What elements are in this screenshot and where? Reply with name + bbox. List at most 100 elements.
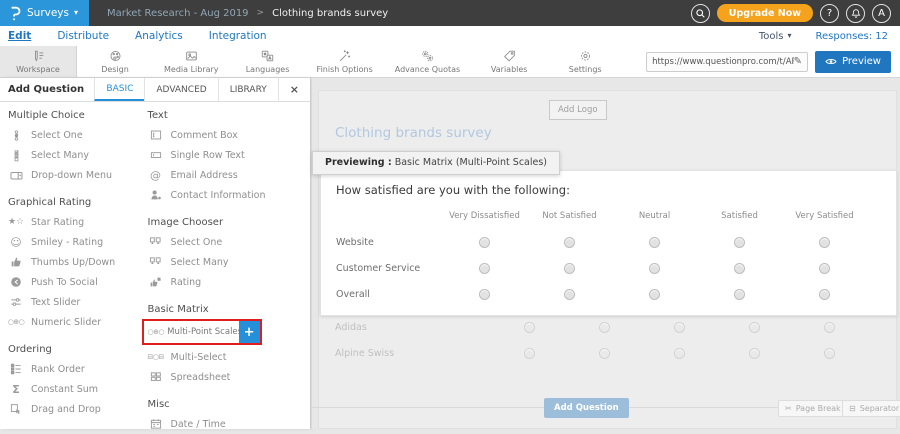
search-icon (695, 8, 706, 19)
radio-button[interactable] (479, 289, 490, 300)
toolbar-design[interactable]: Design (77, 46, 153, 77)
toolbar-variables[interactable]: Variables (471, 46, 547, 77)
tab-advanced[interactable]: ADVANCED (144, 78, 217, 101)
item-label: Spreadsheet (171, 372, 231, 383)
question-type-contact-information[interactable]: Contact Information (148, 185, 310, 205)
section-heading: Misc (148, 399, 310, 410)
page-break-button[interactable]: ✂ Page Break (778, 400, 848, 417)
background-row: Adidas (320, 314, 897, 340)
matrix-row-label: Overall (336, 289, 442, 300)
languages-icon (260, 49, 275, 63)
tool-label: Settings (569, 65, 602, 74)
question-type-push-to-social[interactable]: Push To Social (8, 272, 140, 292)
survey-title[interactable]: Clothing brands survey (335, 125, 492, 141)
question-type-image-select-many[interactable]: Select Many (148, 252, 310, 272)
question-type-select-many[interactable]: Select Many (8, 145, 140, 165)
survey-url-field[interactable]: https://www.questionpro.com/t/APNrFZ ✎ (646, 52, 808, 72)
menu-edit[interactable]: Edit (0, 30, 44, 42)
toolbar-advance-quotas[interactable]: Advance Quotas (384, 46, 471, 77)
edit-url-icon[interactable]: ✎ (794, 56, 802, 67)
menu-analytics[interactable]: Analytics (122, 30, 196, 42)
radio-button[interactable] (524, 322, 535, 333)
radio-button[interactable] (734, 263, 745, 274)
toolbar-languages[interactable]: Languages (230, 46, 306, 77)
background-row: Alpine Swiss (320, 340, 897, 366)
close-icon[interactable]: × (278, 78, 310, 101)
toolbar-settings[interactable]: Settings (547, 46, 623, 77)
search-button[interactable] (691, 4, 710, 23)
question-type-smiley-rating[interactable]: ☺ Smiley - Rating (8, 232, 140, 252)
radio-button[interactable] (599, 348, 610, 359)
avatar[interactable]: A (872, 4, 891, 23)
question-type-multi-point-scales[interactable]: ○⊕○ Multi-Point Scales + (142, 319, 262, 345)
toolbar-workspace[interactable]: Workspace (0, 46, 77, 77)
menu-distribute[interactable]: Distribute (44, 30, 122, 42)
responses-link[interactable]: Responses: 12 (815, 31, 888, 42)
question-type-image-select-one[interactable]: Select One (148, 232, 310, 252)
surveys-product-menu[interactable]: Surveys ▾ (0, 0, 89, 26)
question-type-spreadsheet[interactable]: Spreadsheet (148, 367, 310, 387)
radio-button[interactable] (649, 237, 660, 248)
radio-button[interactable] (824, 348, 835, 359)
radio-button[interactable] (674, 322, 685, 333)
question-type-rank-order[interactable]: Rank Order (8, 359, 140, 379)
menu-integration[interactable]: Integration (196, 30, 280, 42)
add-question-button[interactable]: Add Question (544, 398, 629, 418)
question-type-numeric-slider[interactable]: ○⊕○ Numeric Slider (8, 312, 140, 332)
toolbar-media-library[interactable]: Media Library (153, 46, 230, 77)
radio-button[interactable] (564, 263, 575, 274)
question-type-constant-sum[interactable]: Σ Constant Sum (8, 379, 140, 399)
question-type-dropdown-menu[interactable]: Drop-down Menu (8, 165, 140, 185)
radio-button[interactable] (824, 322, 835, 333)
breadcrumb-project[interactable]: Market Research - Aug 2019 (107, 8, 249, 19)
notifications-button[interactable] (846, 4, 865, 23)
question-type-text-slider[interactable]: Text Slider (8, 292, 140, 312)
toolbar-finish-options[interactable]: Finish Options (306, 46, 384, 77)
radio-button[interactable] (649, 289, 660, 300)
upgrade-now-button[interactable]: Upgrade Now (717, 4, 813, 22)
radio-button[interactable] (819, 289, 830, 300)
tools-dropdown[interactable]: Tools ▾ (759, 31, 792, 42)
radio-button[interactable] (819, 237, 830, 248)
smiley-icon: ☺ (8, 237, 24, 248)
help-button[interactable]: ? (820, 4, 839, 23)
question-type-comment-box[interactable]: Comment Box (148, 125, 310, 145)
radio-button[interactable] (524, 348, 535, 359)
question-type-multi-select[interactable]: ⊟○⊟ Multi-Select (148, 347, 310, 367)
preview-button[interactable]: Preview (815, 51, 891, 73)
question-type-email-address[interactable]: @ Email Address (148, 165, 310, 185)
question-type-drag-and-drop[interactable]: Drag and Drop (8, 399, 140, 419)
survey-toolbar: Workspace Design Media Library Languages… (0, 46, 900, 78)
item-label: Thumbs Up/Down (31, 257, 115, 268)
separator-button[interactable]: ⊟ Separator (842, 400, 900, 417)
question-type-image-rating[interactable]: Rating (148, 272, 310, 292)
radio-button[interactable] (599, 322, 610, 333)
multiselect-icon: ⊟○⊟ (148, 354, 164, 361)
radio-button[interactable] (649, 263, 660, 274)
radio-button[interactable] (749, 348, 760, 359)
add-logo-button[interactable]: Add Logo (549, 100, 607, 120)
radio-button[interactable] (564, 237, 575, 248)
radio-button[interactable] (674, 348, 685, 359)
radio-button[interactable] (479, 263, 490, 274)
top-bar: Surveys ▾ Market Research - Aug 2019 > C… (0, 0, 900, 26)
question-type-star-rating[interactable]: ★☆ Star Rating (8, 212, 140, 232)
question-type-thumbs-up-down[interactable]: Thumbs Up/Down (8, 252, 140, 272)
topbar-actions: Upgrade Now ? A (691, 4, 900, 23)
star-rating-icon: ★☆ (8, 218, 24, 227)
question-type-date-time[interactable]: Date / Time (148, 414, 310, 434)
tab-library[interactable]: LIBRARY (218, 78, 278, 101)
panel-title: Add Question (0, 78, 94, 101)
radio-button[interactable] (479, 237, 490, 248)
radio-button[interactable] (564, 289, 575, 300)
radio-button[interactable] (734, 237, 745, 248)
item-label: Drop-down Menu (31, 170, 112, 181)
question-type-select-one[interactable]: Select One (8, 125, 140, 145)
radio-button[interactable] (819, 263, 830, 274)
radio-button[interactable] (749, 322, 760, 333)
question-type-single-row-text[interactable]: Single Row Text (148, 145, 310, 165)
radio-button[interactable] (734, 289, 745, 300)
tab-basic[interactable]: BASIC (94, 78, 144, 101)
add-question-type-button[interactable]: + (239, 321, 260, 343)
section-image-chooser: Image Chooser Select One Select Many Rat… (148, 217, 310, 292)
